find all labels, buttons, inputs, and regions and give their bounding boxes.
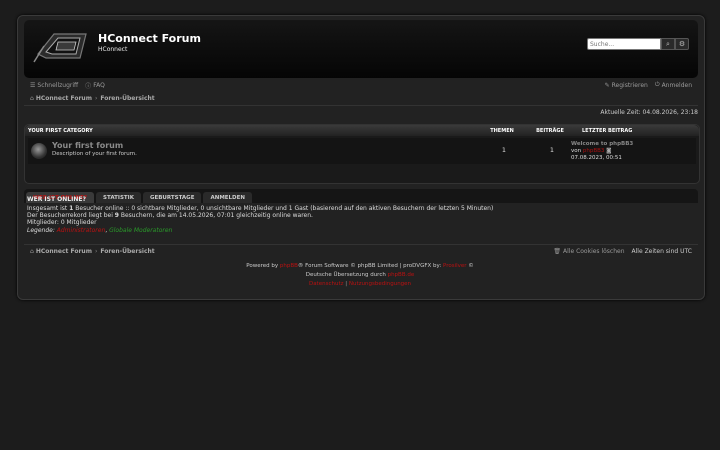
legend-moderators-link[interactable]: Globale Moderatoren <box>109 227 172 234</box>
footer-breadcrumb-home[interactable]: HConnect Forum <box>36 248 92 255</box>
home-icon: ⌂ <box>30 248 34 255</box>
online-total-line: Insgesamt ist 1 Besucher online :: 0 sic… <box>27 205 493 212</box>
forum-description: Description of your first forum. <box>52 151 137 157</box>
search-box: ⌕ ⚙ <box>587 38 689 50</box>
translation-line: Deutsche Übersetzung durch phpBB.de <box>17 271 703 280</box>
powered-suffix: © <box>466 263 474 269</box>
forum-posts-count: 1 <box>549 146 555 154</box>
page-wrapper: HConnect Forum HConnect ⌕ ⚙ ☰Schnellzugr… <box>17 15 705 300</box>
breadcrumb-index[interactable]: Foren-Übersicht <box>100 95 154 102</box>
online-record-line: Der Besucherrekord liegt bei 9 Besuchern… <box>27 212 493 219</box>
advanced-search-button[interactable]: ⚙ <box>675 38 689 50</box>
footer-navbar: ⌂ HConnect Forum › Foren-Übersicht 🗑 Alle… <box>24 244 698 258</box>
quicklinks-menu[interactable]: ☰ Schnellzugriff <box>30 82 78 89</box>
question-icon: ⓘ <box>85 82 92 90</box>
edit-icon: ✎ <box>604 81 610 89</box>
online-total-prefix: Insgesamt ist <box>27 205 70 212</box>
last-post-date: 07.08.2023, 00:51 <box>571 155 622 161</box>
stats-tabs: WER IST ONLINE? STATISTIK GEBURTSTAGE AN… <box>24 189 698 203</box>
phpbb-link[interactable]: phpBB <box>280 263 298 269</box>
style-author-link[interactable]: Prosilver <box>443 263 467 269</box>
site-logo[interactable] <box>32 28 90 68</box>
timezone-info: Alle Zeiten sind UTC <box>632 248 692 255</box>
privacy-link[interactable]: Datenschutz <box>309 281 344 287</box>
forum-title-link[interactable]: Your first forum <box>52 141 123 150</box>
online-record-prefix: Der Besucherrekord liegt bei <box>27 212 115 220</box>
site-header: HConnect Forum HConnect ⌕ ⚙ <box>24 20 698 78</box>
site-title[interactable]: HConnect Forum <box>98 32 201 45</box>
power-icon: ⏻ <box>654 81 660 88</box>
faq-label: FAQ <box>93 81 105 89</box>
powered-prefix: Powered by <box>246 263 280 269</box>
menu-icon: ☰ <box>30 81 36 89</box>
powered-middle: ® Forum Software © phpBB Limited | proDV… <box>297 263 443 269</box>
footer-breadcrumb-index[interactable]: Foren-Übersicht <box>100 248 154 255</box>
topics-header: Themen <box>490 127 514 134</box>
last-post-title-link[interactable]: Welcome to phpBB3 <box>571 141 633 148</box>
timezone-label: Alle Zeiten sind UTC <box>631 248 692 255</box>
copyright-footer: Powered by phpBB® Forum Software © phpBB… <box>17 262 703 289</box>
top-navbar: ☰ Schnellzugriff ⓘ FAQ ✎ Registrieren ⏻ Anme… <box>24 78 698 92</box>
forum-list-header: Your first category Themen Beiträge Letz… <box>25 125 699 136</box>
last-post-author-line: von phpBB3 ◙ <box>571 148 633 155</box>
forum-topics-count: 1 <box>501 146 507 154</box>
online-title: WER IST ONLINE? <box>27 196 86 203</box>
delete-cookies-label: Alle Cookies löschen <box>563 248 625 255</box>
breadcrumb-home[interactable]: HConnect Forum <box>36 95 92 102</box>
gear-icon: ⚙ <box>678 40 686 48</box>
breadcrumb: ⌂ HConnect Forum › Foren-Übersicht <box>24 92 698 106</box>
online-members-line: Mitglieder: 0 Mitglieder <box>27 219 97 227</box>
legend-label: Legende: <box>27 226 57 234</box>
tab-birthdays[interactable]: GEBURTSTAGE <box>142 192 202 203</box>
login-label: Anmelden <box>661 81 692 89</box>
category-title[interactable]: Your first category <box>25 128 478 134</box>
quicklinks-label: Schnellzugriff <box>37 81 79 89</box>
forum-row: Your first forum Description of your fir… <box>28 138 696 164</box>
online-record-suffix: Besuchern, die am 14.05.2026, 07:01 glei… <box>118 212 313 220</box>
home-icon: ⌂ <box>30 95 34 102</box>
site-description: HConnect <box>98 46 128 53</box>
breadcrumb-separator: › <box>94 95 98 102</box>
translation-link[interactable]: phpBB.de <box>388 272 415 278</box>
tab-login[interactable]: ANMELDEN <box>203 192 252 203</box>
search-input[interactable] <box>587 38 661 50</box>
last-post-by: von <box>571 148 582 154</box>
legal-separator: | <box>345 281 348 287</box>
register-label: Registrieren <box>611 81 648 89</box>
delete-cookies-link[interactable]: 🗑 Alle Cookies löschen <box>553 248 624 255</box>
legend-administrators-link[interactable]: Administratoren <box>57 227 106 234</box>
posts-header: Beiträge <box>536 127 564 134</box>
last-post-header: Letzter Beitrag <box>582 127 633 134</box>
powered-by-line: Powered by phpBB® Forum Software © phpBB… <box>17 262 703 271</box>
search-icon: ⌕ <box>666 39 670 48</box>
forum-list: Your first category Themen Beiträge Letz… <box>24 124 700 184</box>
forum-read-icon <box>31 143 47 159</box>
faq-link[interactable]: ⓘ FAQ <box>85 81 105 90</box>
online-info: Insgesamt ist 1 Besucher online :: 0 sic… <box>27 205 493 234</box>
last-post-user-link[interactable]: phpBB3 <box>583 148 605 154</box>
trash-icon: 🗑 <box>553 248 562 255</box>
login-link[interactable]: ⏻ Anmelden <box>655 81 692 89</box>
footer-breadcrumb-separator: › <box>94 248 98 255</box>
online-legend: Legende: Administratoren, Globale Modera… <box>27 227 493 234</box>
last-post-info: Welcome to phpBB3 von phpBB3 ◙ 07.08.202… <box>571 141 633 162</box>
tab-statistics[interactable]: STATISTIK <box>96 192 141 203</box>
search-button[interactable]: ⌕ <box>661 38 675 50</box>
online-total-suffix: Besucher online :: 0 sichtbare Mitgliede… <box>73 205 494 212</box>
translation-prefix: Deutsche Übersetzung durch <box>305 272 388 278</box>
register-link[interactable]: ✎ Registrieren <box>605 81 648 89</box>
current-time: Aktuelle Zeit: 04.08.2026, 23:18 <box>600 109 698 116</box>
terms-link[interactable]: Nutzungsbedingungen <box>349 281 411 287</box>
view-latest-post-icon[interactable]: ◙ <box>606 148 611 154</box>
legal-links: Datenschutz | Nutzungsbedingungen <box>17 280 703 289</box>
